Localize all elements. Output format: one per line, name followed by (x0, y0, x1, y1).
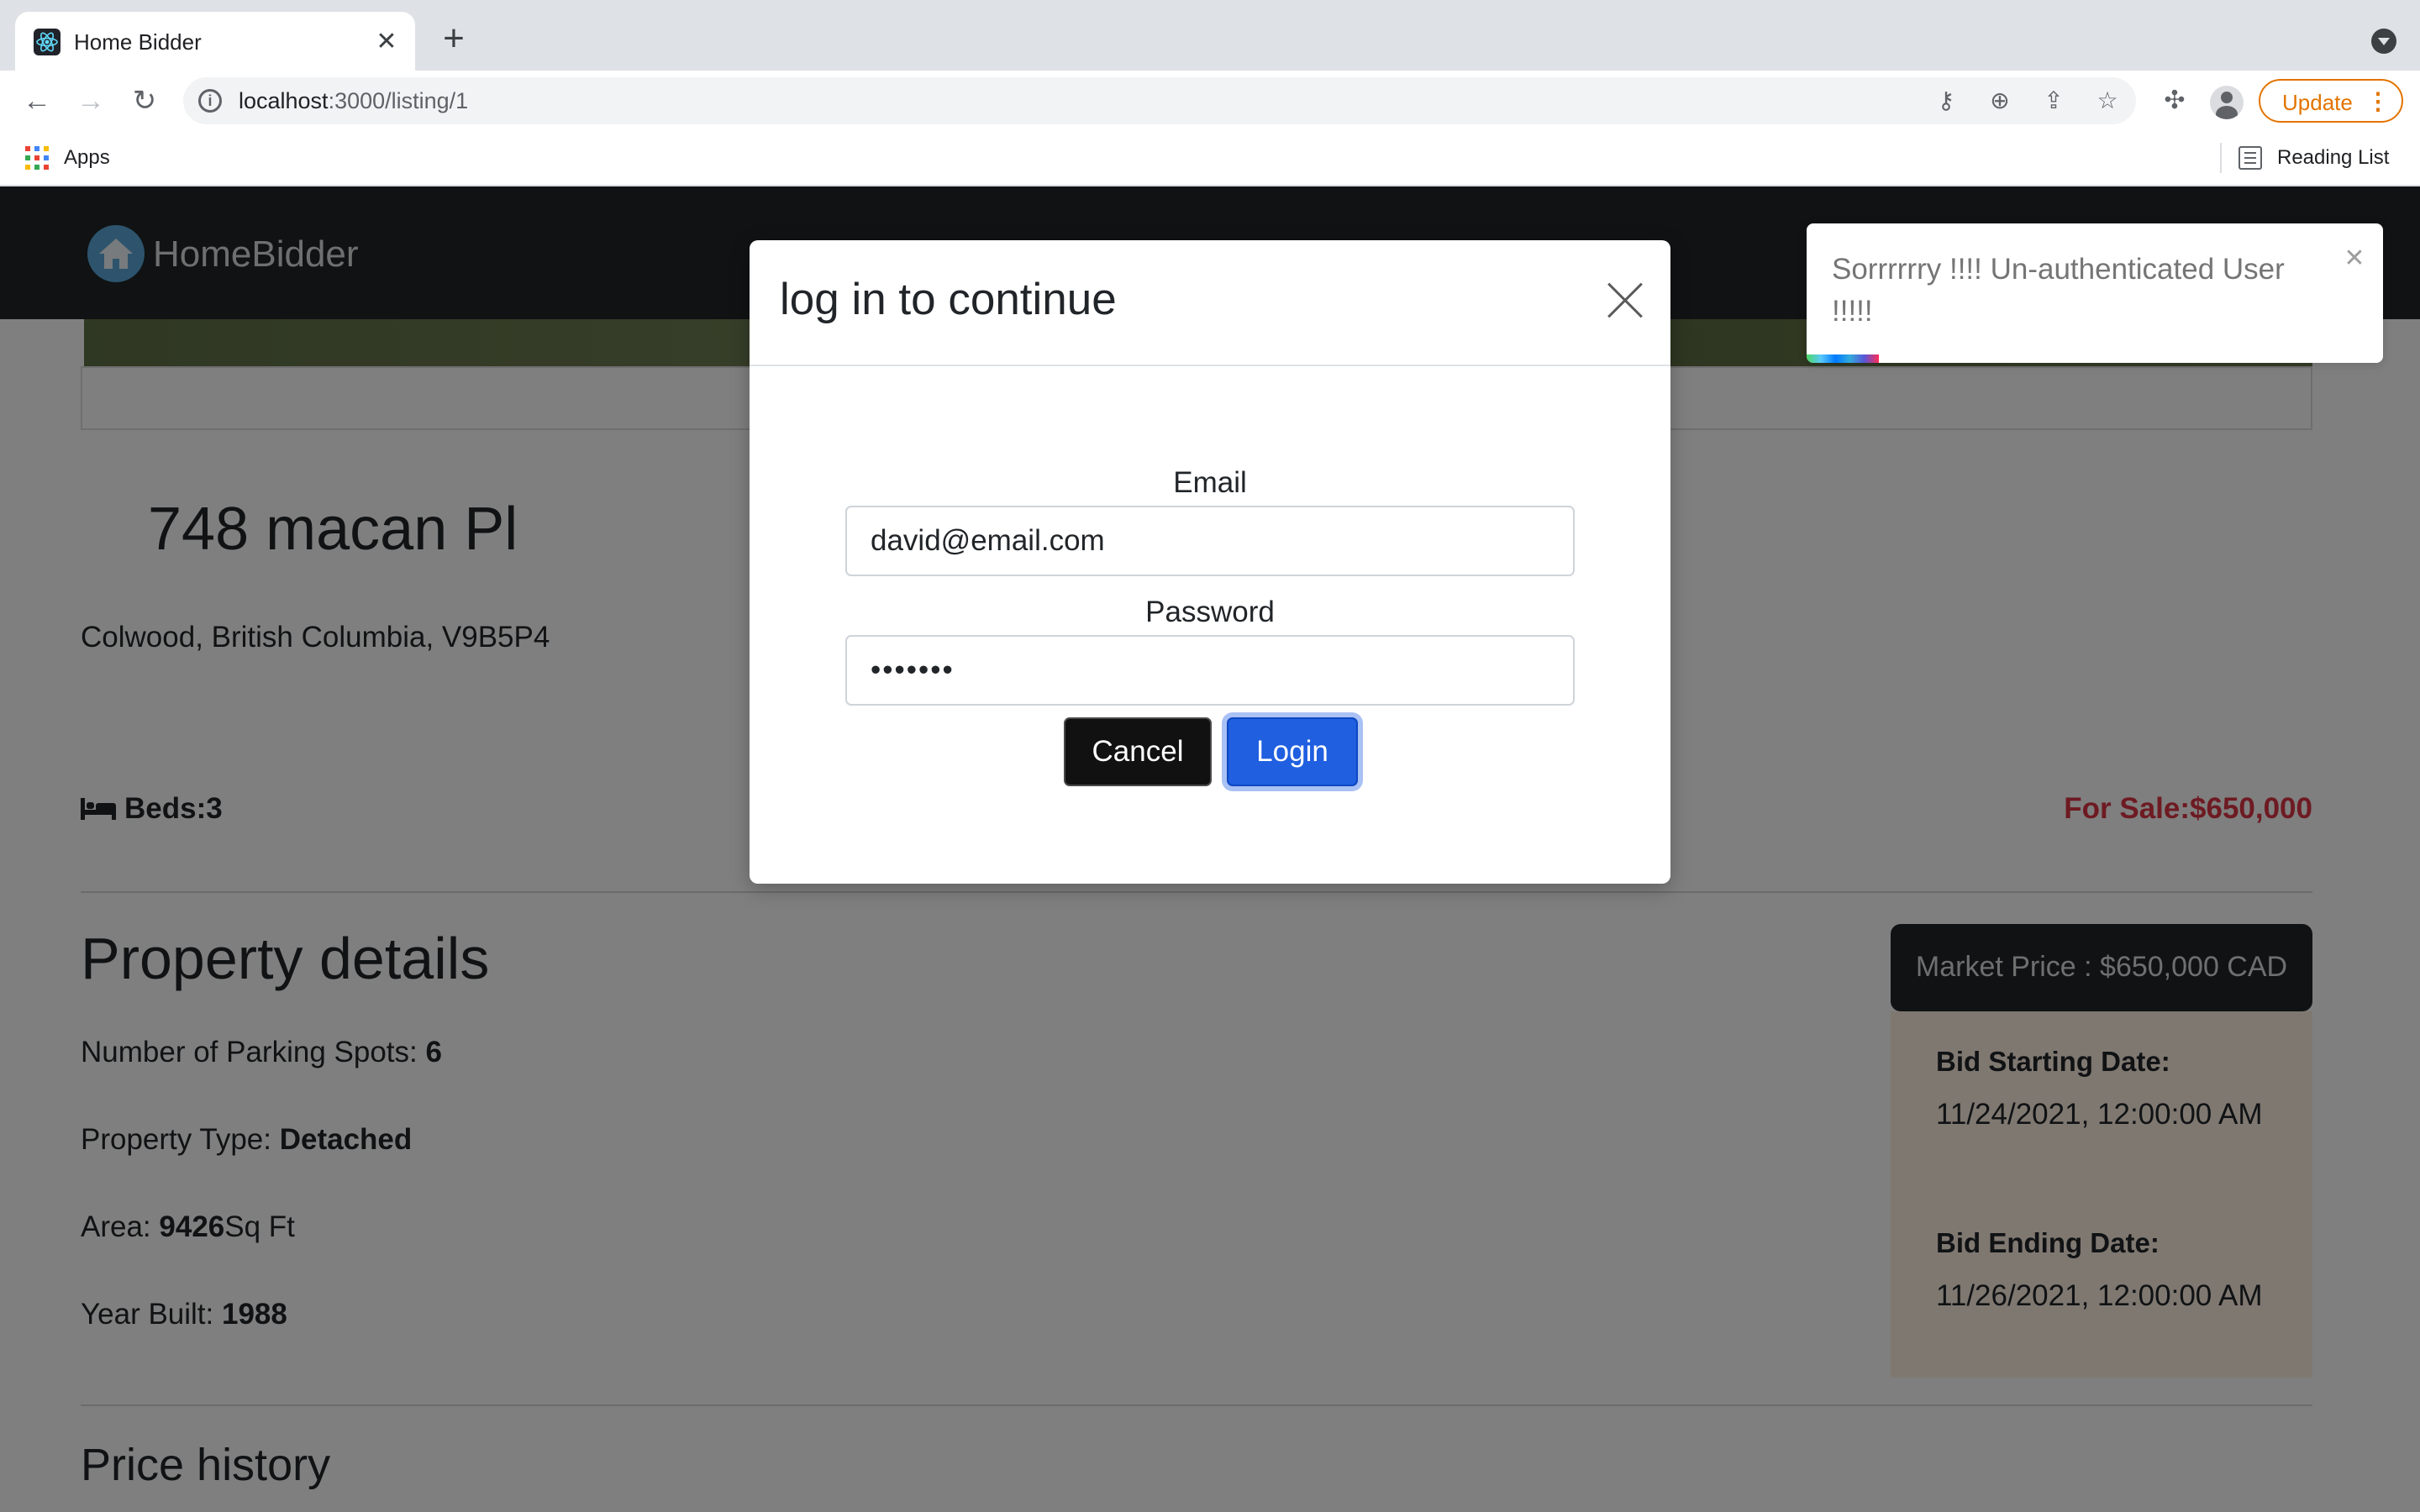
more-menu-icon[interactable]: ⋮ (2366, 87, 2390, 116)
address-bar[interactable]: i localhost:3000/listing/1 ⚷ ⊕ ⇪ ☆ (183, 77, 2136, 124)
site-info-icon[interactable]: i (198, 89, 222, 113)
reload-icon[interactable]: ↻ (124, 81, 165, 121)
modal-title: log in to continue (780, 275, 1117, 324)
error-toast: Sorrrrrry !!!! Un-authenticated User !!!… (1807, 223, 2383, 363)
tab-close-icon[interactable]: ✕ (370, 25, 403, 59)
bookmark-star-icon[interactable]: ☆ (2092, 86, 2123, 116)
forward-icon[interactable]: → (71, 81, 111, 121)
bookmarks-divider (2220, 143, 2222, 173)
zoom-icon[interactable]: ⊕ (1985, 86, 2015, 116)
password-label: Password (1145, 596, 1275, 628)
toast-message: Sorrrrrry !!!! Un-authenticated User !!!… (1832, 253, 2285, 328)
extensions-icon[interactable]: ✣ (2156, 82, 2193, 119)
login-button[interactable]: Login (1227, 717, 1358, 786)
login-modal: log in to continue Email Password Cancel… (750, 240, 1670, 884)
browser-tab[interactable]: Home Bidder ✕ (15, 12, 415, 71)
password-field[interactable] (845, 635, 1575, 706)
react-icon (34, 29, 60, 55)
bookmarks-bar: Apps Reading List (0, 131, 2420, 186)
reading-list-icon[interactable] (2238, 146, 2262, 170)
address-url[interactable]: localhost:3000/listing/1 (239, 88, 468, 113)
tab-search-icon[interactable] (2371, 29, 2396, 54)
update-button[interactable]: Update ⋮ (2259, 79, 2403, 123)
close-icon[interactable] (1607, 282, 1644, 319)
key-icon[interactable]: ⚷ (1931, 86, 1961, 116)
browser-toolbar: ← → ↻ i localhost:3000/listing/1 ⚷ ⊕ ⇪ ☆… (0, 71, 2420, 131)
toast-progress-bar (1807, 354, 1879, 363)
tab-title: Home Bidder (74, 29, 202, 55)
back-icon[interactable]: ← (17, 81, 57, 121)
profile-avatar-icon[interactable] (2210, 86, 2244, 119)
modal-header-divider (750, 365, 1670, 366)
new-tab-icon[interactable]: + (434, 20, 474, 60)
share-icon[interactable]: ⇪ (2039, 86, 2069, 116)
cancel-button[interactable]: Cancel (1064, 717, 1212, 786)
toast-close-icon[interactable]: ✕ (2339, 244, 2370, 274)
email-field[interactable] (845, 506, 1575, 576)
apps-bookmark[interactable]: Apps (64, 146, 110, 170)
reading-list-button[interactable]: Reading List (2277, 146, 2389, 170)
update-label: Update (2282, 90, 2353, 115)
email-label: Email (1173, 466, 1247, 499)
apps-grid-icon[interactable] (25, 146, 49, 170)
browser-tabstrip: Home Bidder ✕ + (0, 0, 2420, 71)
